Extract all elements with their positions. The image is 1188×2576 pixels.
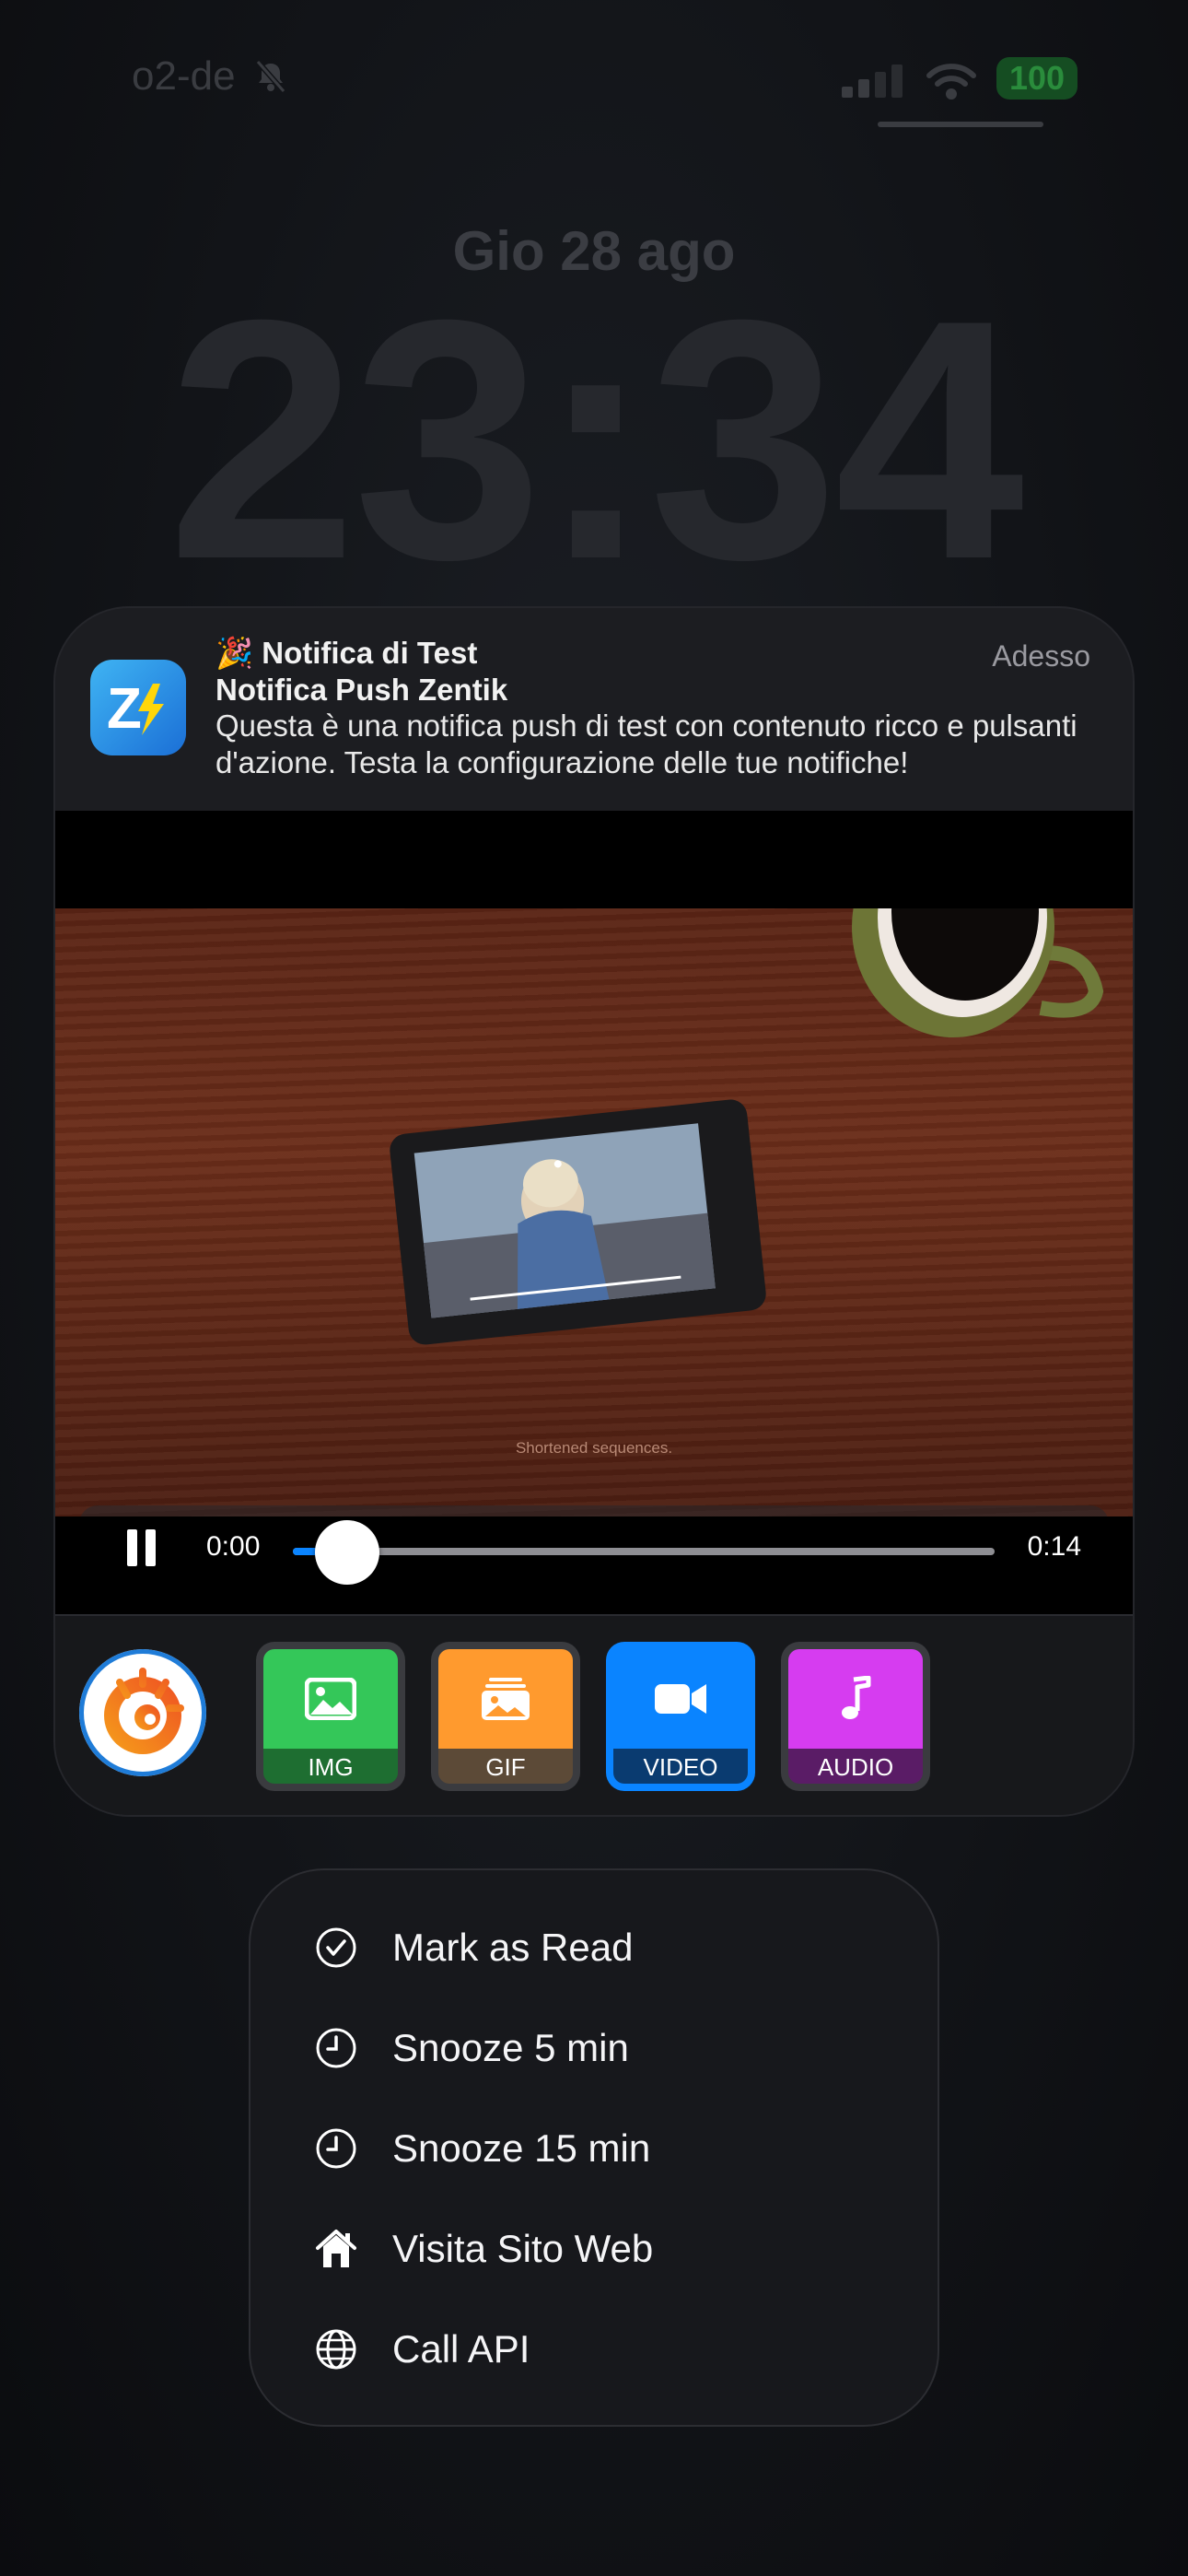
clock-icon bbox=[315, 2027, 357, 2069]
progress-thumb[interactable] bbox=[315, 1520, 379, 1585]
action-label: Mark as Read bbox=[392, 1926, 634, 1969]
action-mark-as-read[interactable]: Mark as Read bbox=[315, 1911, 633, 1985]
lock-time: 23:34 bbox=[167, 250, 1024, 630]
globe-icon bbox=[315, 2328, 357, 2371]
gif-icon bbox=[482, 1678, 530, 1720]
cellular-signal-icon bbox=[842, 64, 903, 98]
action-label: Snooze 15 min bbox=[392, 2126, 651, 2170]
svg-text:Z: Z bbox=[107, 677, 142, 741]
carrier-name: o2-de bbox=[132, 53, 236, 99]
action-call-api[interactable]: Call API bbox=[315, 2313, 530, 2386]
attachment-tile-gif[interactable]: GIF bbox=[431, 1642, 580, 1791]
status-bar: o2-de 100 bbox=[0, 53, 1188, 109]
pause-button[interactable] bbox=[127, 1529, 157, 1566]
attachment-tile-label: AUDIO bbox=[788, 1749, 923, 1784]
notification-title: 🎉 Notifica di Test bbox=[215, 636, 478, 670]
grafana-logo-icon[interactable] bbox=[79, 1649, 206, 1776]
tablet-image bbox=[390, 1099, 766, 1345]
notification-time: Adesso bbox=[992, 639, 1090, 673]
attachment-tile-img[interactable]: IMG bbox=[256, 1642, 405, 1791]
attachment-tile-audio[interactable]: AUDIO bbox=[781, 1642, 930, 1791]
action-visit-website[interactable]: Visita Sito Web bbox=[315, 2212, 653, 2286]
checkmark-circle-icon bbox=[315, 1926, 357, 1969]
attachment-tile-label: VIDEO bbox=[613, 1749, 748, 1784]
notification-body: Questa è una notifica push di test con c… bbox=[215, 708, 1077, 779]
notification-actions-menu: Mark as Read Snooze 5 min Snooze 15 min … bbox=[250, 1870, 938, 2425]
zentik-app-icon: Z bbox=[90, 660, 186, 755]
duration-time: 0:14 bbox=[1027, 1531, 1081, 1562]
attachment-strip: IMG GIF VIDEO AUDIO bbox=[55, 1614, 1133, 1815]
progress-track[interactable] bbox=[293, 1548, 995, 1555]
attachment-tile-label: GIF bbox=[438, 1749, 573, 1784]
notification-subtitle: Notifica Push Zentik bbox=[215, 673, 508, 707]
action-label: Visita Sito Web bbox=[392, 2227, 654, 2270]
music-note-icon bbox=[842, 1676, 871, 1719]
video-camera-icon bbox=[655, 1684, 706, 1714]
pause-icon bbox=[127, 1529, 137, 1566]
action-snooze-15[interactable]: Snooze 15 min bbox=[315, 2112, 650, 2185]
attachment-tile-label: IMG bbox=[263, 1749, 398, 1784]
wifi-icon bbox=[926, 64, 976, 100]
video-caption: Shortened sequences. bbox=[515, 1439, 673, 1457]
action-label: Snooze 5 min bbox=[392, 2026, 629, 2069]
clock-icon bbox=[315, 2127, 357, 2170]
attachment-tile-video[interactable]: VIDEO bbox=[606, 1642, 755, 1791]
elapsed-time: 0:00 bbox=[206, 1531, 261, 1562]
action-label: Call API bbox=[392, 2327, 530, 2371]
video-player[interactable]: Shortened sequences. 0:00 0:14 bbox=[55, 811, 1133, 1614]
notification-card[interactable]: Z 🎉 Notifica di Test Notifica Push Zenti… bbox=[55, 608, 1133, 1815]
image-icon bbox=[305, 1678, 356, 1720]
controls-background bbox=[79, 1505, 1109, 1516]
video-frame: Shortened sequences. bbox=[55, 908, 1133, 1516]
bell-slash-icon bbox=[255, 60, 285, 93]
carrier-group: o2-de bbox=[132, 53, 289, 100]
action-snooze-5[interactable]: Snooze 5 min bbox=[315, 2011, 629, 2085]
battery-indicator: 100 bbox=[996, 57, 1077, 100]
top-grabber bbox=[878, 122, 1043, 127]
house-icon bbox=[315, 2228, 357, 2270]
coffee-cup-image bbox=[852, 908, 1104, 1037]
zentik-logo-icon: Z bbox=[107, 677, 164, 741]
